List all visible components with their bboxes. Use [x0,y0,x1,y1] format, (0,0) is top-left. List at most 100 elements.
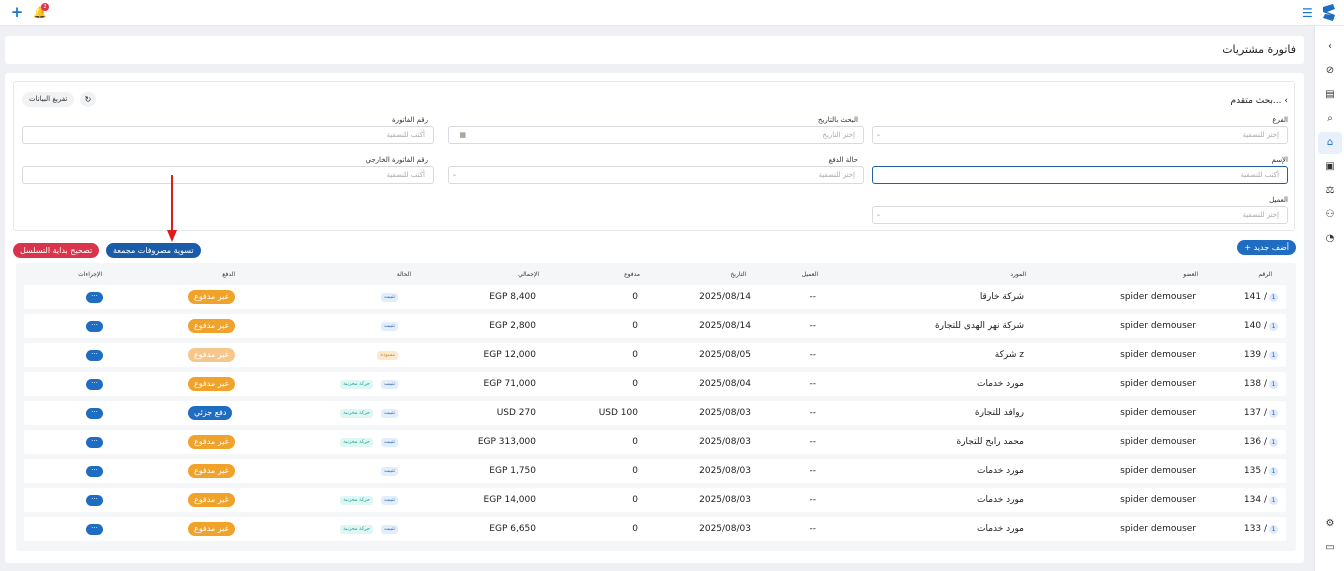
client-cell: -- [809,466,817,476]
scale-icon[interactable]: ⚖ [1323,184,1337,198]
header-date: التاريخ [730,271,746,278]
search-file-icon[interactable]: ⌕ [1323,112,1337,126]
header-payment: الدفع [222,271,235,278]
chevron-down-icon: ⌄ [876,131,882,138]
advanced-search-toggle[interactable]: بحث متقدم... ‹ [1231,96,1288,106]
number-badge: 1 [1269,322,1278,331]
row-actions-button[interactable]: ··· [86,321,103,332]
supplier-cell: روافد للتجارة [974,408,1024,418]
fix-sequence-button[interactable]: تصحيح بداية التسلسل [13,243,100,258]
table-row[interactable]: 138 /1 spider demouser مورد خدمات -- 2025/08… [24,372,1286,396]
invoice-number[interactable]: 134 /1 [1244,495,1278,505]
invoice-number[interactable]: 135 /1 [1244,466,1278,476]
payment-status-button[interactable]: غير مدفوع [188,348,235,362]
top-bar: + 🔔 2 ☰ [0,0,1344,26]
file-lock-icon[interactable]: ▣ [1323,160,1337,174]
purchases-icon[interactable]: ⌂ [1323,136,1337,150]
row-actions-button[interactable]: ··· [86,292,103,303]
client-cell: -- [809,408,817,418]
table-row[interactable]: 139 /1 spider demouser شركة z -- 2025/08/05 0… [24,343,1286,367]
invoice-number-text: 141 / [1243,292,1267,302]
table-row[interactable]: 134 /1 spider demouser مورد خدمات -- 2025/08… [24,488,1286,512]
table-row[interactable]: 141 /1 spider demouser شركة خارقا -- 2025/08… [24,285,1286,309]
supplier-cell: شركة خارقا [979,292,1024,302]
total-cell: EGP 71,000 [483,379,536,389]
member-cell: spider demouser [1120,466,1196,476]
settle-expenses-button[interactable]: تسوية مصروفات مجمعة [106,243,201,258]
invoice-no-label: رقم الفاتورة [392,116,428,124]
invoice-number[interactable]: 138 /1 [1244,379,1278,389]
invoice-no-input[interactable]: أكتب للتصفية [22,126,434,144]
row-actions-button[interactable]: ··· [86,466,103,477]
row-actions-button[interactable]: ··· [86,495,103,506]
invoice-number[interactable]: 139 /1 [1244,350,1278,360]
payment-status-button[interactable]: دفع جزئي [188,406,233,420]
table-row[interactable]: 136 /1 spider demouser محمد رابح للتجارة --… [24,430,1286,454]
status-badge: تثبيت [381,293,398,302]
main-card: بحث متقدم... ‹ تفريغ البيانات ↻ الفرع ال… [5,73,1304,563]
filter-panel: بحث متقدم... ‹ تفريغ البيانات ↻ الفرع ال… [13,81,1295,231]
invoice-number[interactable]: 137 /1 [1244,408,1278,418]
chevron-left-icon[interactable]: ‹ [1323,40,1337,54]
add-new-button[interactable]: + أضف جديد [1237,240,1296,255]
cash-register-icon[interactable]: ▤ [1323,88,1337,102]
invoice-number[interactable]: 141 /1 [1244,292,1278,302]
number-badge: 1 [1269,351,1278,360]
row-actions-button[interactable]: ··· [86,350,103,361]
payment-status-button[interactable]: غير مدفوع [188,522,235,536]
row-actions-button[interactable]: ··· [86,437,103,448]
date-cell: 2025/08/04 [699,379,751,389]
name-input[interactable]: أكتب للتصفية [872,166,1288,184]
invoice-no-placeholder: أكتب للتصفية [386,131,425,139]
gear-icon[interactable]: ⚙ [1323,517,1337,531]
header-paid: مدفوع [624,271,640,278]
payment-status-button[interactable]: غير مدفوع [188,493,235,507]
total-cell: EGP 313,000 [477,437,536,447]
client-label: العميل [1269,196,1288,204]
invoice-number[interactable]: 140 /1 [1244,321,1278,331]
add-icon[interactable]: + [9,5,25,21]
status-badge: حركة مخزنية [340,380,373,389]
table-row[interactable]: 135 /1 spider demouser مورد خدمات -- 2025/08… [24,459,1286,483]
row-actions-button[interactable]: ··· [86,524,103,535]
payment-status-button[interactable]: غير مدفوع [188,377,235,391]
status-badge: تثبيت [381,525,398,534]
annotation-arrow [167,175,177,242]
export-data-button[interactable]: تفريغ البيانات [22,92,75,107]
ext-invoice-input[interactable]: أكتب للتصفية [22,166,434,184]
chevron-down-icon: ⌄ [876,211,882,218]
table-row[interactable]: 140 /1 spider demouser شركة نهر الهدى للتج… [24,314,1286,338]
header-status: الحالة [396,271,411,278]
payment-status-button[interactable]: غير مدفوع [188,464,235,478]
refresh-icon[interactable]: ↻ [80,92,96,107]
pay-status-select[interactable]: ⌄ إختر للتصفية [448,166,864,184]
paid-cell: 0 [632,321,638,331]
client-select[interactable]: ⌄ إختر للتصفية [872,206,1288,224]
header-supplier: المورد [1010,271,1026,278]
supplier-cell: مورد خدمات [976,379,1024,389]
no-entry-icon[interactable]: ⊘ [1323,64,1337,78]
pie-chart-icon[interactable]: ◔ [1323,232,1337,246]
client-cell: -- [809,350,817,360]
payment-status-button[interactable]: غير مدفوع [188,435,235,449]
invoice-number[interactable]: 136 /1 [1244,437,1278,447]
client-cell: -- [809,321,817,331]
member-cell: spider demouser [1120,350,1196,360]
invoice-number[interactable]: 133 /1 [1244,524,1278,534]
client-cell: -- [809,437,817,447]
payment-status-button[interactable]: غير مدفوع [188,290,235,304]
client-placeholder: إختر للتصفية [1242,211,1279,219]
invoice-number-text: 136 / [1243,437,1267,447]
branch-select[interactable]: ⌄ إختر للتصفية [872,126,1288,144]
payment-status-button[interactable]: غير مدفوع [188,319,235,333]
header-client: العميل [801,271,818,278]
table-row[interactable]: 137 /1 spider demouser روافد للتجارة -- 2025… [24,401,1286,425]
status-badge: تثبيت [381,380,398,389]
row-actions-button[interactable]: ··· [86,379,103,390]
table-row[interactable]: 133 /1 spider demouser مورد خدمات -- 2025/08… [24,517,1286,541]
date-input[interactable]: ▦ إختر التاريخ [448,126,864,144]
row-actions-button[interactable]: ··· [86,408,103,419]
users-settings-icon[interactable]: ⚇ [1323,208,1337,222]
monitor-icon[interactable]: ▭ [1323,541,1337,555]
menu-icon[interactable]: ☰ [1302,6,1313,20]
